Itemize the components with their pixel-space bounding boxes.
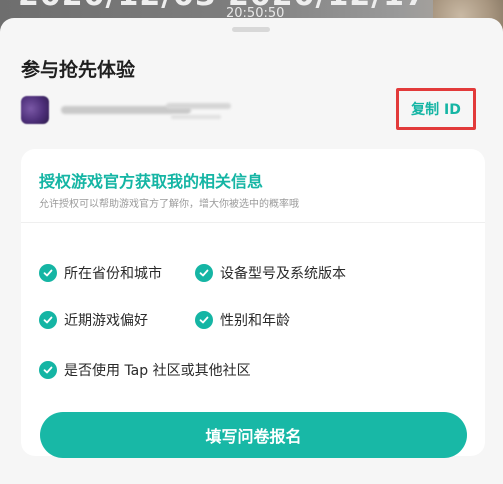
check-circle-icon [39,311,57,329]
background-date-left: 2020/12/03 [18,0,217,13]
bottom-sheet: 参与抢先体验 复制 ID 授权游戏官方获取我的相关信息 允许授权可以帮助游戏官方… [0,18,503,484]
fill-questionnaire-button[interactable]: 填写问卷报名 [40,412,467,458]
check-circle-icon [39,361,57,379]
fill-questionnaire-label: 填写问卷报名 [205,427,302,446]
permission-item-device: 设备型号及系统版本 [195,263,346,283]
blurred-user-id [166,103,231,109]
permission-item-community: 是否使用 Tap 社区或其他社区 [39,360,251,380]
permission-item-gender-age: 性别和年龄 [195,310,290,330]
permission-label: 设备型号及系统版本 [220,266,346,282]
avatar [21,96,49,124]
copy-id-label: 复制 ID [411,102,461,118]
card-subtitle: 允许授权可以帮助游戏官方了解你，增大你被选中的概率哦 [39,199,299,210]
check-circle-icon [195,311,213,329]
permission-label: 所在省份和城市 [64,266,162,282]
permission-card: 授权游戏官方获取我的相关信息 允许授权可以帮助游戏官方了解你，增大你被选中的概率… [21,149,485,458]
permission-item-game-preference: 近期游戏偏好 [39,310,148,330]
permission-label: 性别和年龄 [220,313,290,329]
permission-label: 是否使用 Tap 社区或其他社区 [64,363,251,379]
check-circle-icon [195,264,213,282]
divider [21,222,485,223]
check-circle-icon [39,264,57,282]
sheet-drag-handle[interactable] [232,27,270,32]
permission-item-location: 所在省份和城市 [39,263,162,283]
blurred-user-id [171,115,221,119]
copy-id-button[interactable]: 复制 ID [396,88,476,130]
sheet-title: 参与抢先体验 [21,59,136,81]
card-title: 授权游戏官方获取我的相关信息 [39,172,264,191]
permission-label: 近期游戏偏好 [64,313,148,329]
